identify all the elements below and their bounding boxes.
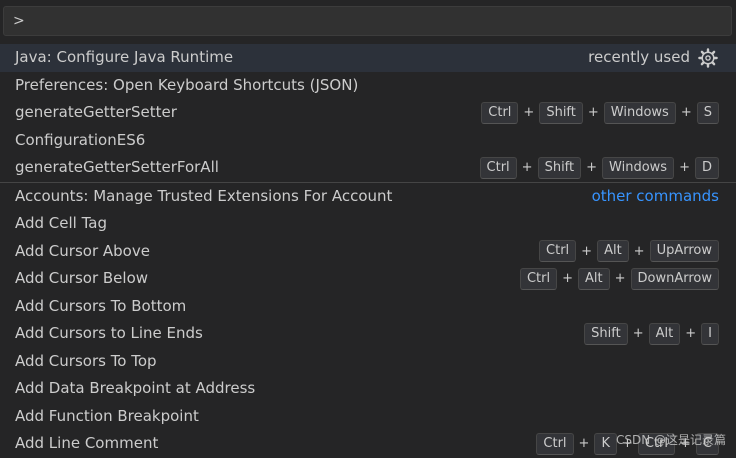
key-alt: Alt: [597, 240, 629, 263]
command-label: Add Cursor Below: [15, 269, 149, 287]
key-shift: Shift: [537, 156, 582, 179]
keybinding: Ctrl + Alt + DownArrow: [519, 265, 719, 293]
recently-used-hint: recently used: [588, 48, 690, 66]
command-item-generate-getter-setter[interactable]: generateGetterSetter Ctrl + Shift + Wind…: [0, 99, 736, 127]
key-s: S: [696, 101, 719, 124]
key-plus-icon: +: [587, 105, 599, 120]
key-plus-icon: +: [578, 436, 590, 451]
key-shift: Shift: [584, 322, 628, 345]
key-alt: Alt: [648, 322, 681, 345]
command-item-add-data-breakpoint[interactable]: Add Data Breakpoint at Address: [0, 375, 736, 403]
other-commands-hint: other commands: [591, 186, 719, 205]
key-ctrl: Ctrl: [536, 432, 574, 455]
command-item-add-cursors-to-bottom[interactable]: Add Cursors To Bottom: [0, 293, 736, 321]
command-label: Accounts: Manage Trusted Extensions For …: [15, 186, 393, 205]
command-label: Add Cursor Above: [15, 241, 150, 260]
key-plus-icon: +: [586, 160, 598, 175]
command-label: Add Cursors To Bottom: [15, 296, 187, 315]
command-item-add-function-breakpoint[interactable]: Add Function Breakpoint: [0, 403, 736, 431]
key-plus-icon: +: [523, 105, 535, 120]
key-plus-icon: +: [614, 271, 626, 286]
key-windows: Windows: [602, 156, 675, 179]
command-item-configure-java-runtime[interactable]: Java: Configure Java Runtime recently us…: [0, 44, 736, 72]
command-label: Preferences: Open Keyboard Shortcuts (JS…: [15, 75, 359, 94]
command-label: Add Function Breakpoint: [15, 406, 199, 425]
command-meta: recently used: [588, 44, 719, 72]
keybinding: Ctrl + Shift + Windows + S: [481, 99, 719, 127]
keybinding: Ctrl + Alt + UpArrow: [539, 238, 719, 266]
command-meta: other commands: [592, 183, 719, 211]
key-uparrow: UpArrow: [649, 240, 719, 263]
key-downarrow: DownArrow: [630, 267, 719, 290]
key-alt: Alt: [577, 267, 610, 290]
key-ctrl: Ctrl: [519, 267, 558, 290]
key-i: I: [701, 322, 719, 345]
command-input-container: [0, 0, 736, 44]
command-item-add-cursor-below[interactable]: Add Cursor Below Ctrl + Alt + DownArrow: [0, 265, 736, 293]
key-ctrl: Ctrl: [539, 240, 577, 263]
command-label: Add Line Comment: [15, 434, 159, 452]
command-label: generateGetterSetterForAll: [15, 158, 219, 176]
command-item-configuration-es6[interactable]: ConfigurationES6: [0, 127, 736, 155]
key-plus-icon: +: [521, 160, 533, 175]
key-plus-icon: +: [581, 243, 593, 259]
watermark: CSDN @这是记录篇: [615, 433, 726, 447]
command-item-add-cursors-to-top[interactable]: Add Cursors To Top: [0, 348, 736, 376]
key-plus-icon: +: [685, 326, 697, 341]
keybinding: Shift + Alt + I: [584, 320, 719, 348]
command-item-add-cursor-above[interactable]: Add Cursor Above Ctrl + Alt + UpArrow: [0, 238, 736, 266]
key-d: D: [694, 156, 719, 179]
key-plus-icon: +: [680, 105, 692, 120]
command-label: generateGetterSetter: [15, 103, 177, 121]
key-ctrl: Ctrl: [479, 156, 517, 179]
keybinding: Ctrl + Shift + Windows + D: [479, 154, 719, 182]
key-plus-icon: +: [632, 326, 644, 341]
key-plus-icon: +: [633, 243, 645, 259]
command-label: Add Cell Tag: [15, 214, 108, 232]
command-item-add-cursors-to-line-ends[interactable]: Add Cursors to Line Ends Shift + Alt + I: [0, 320, 736, 348]
key-k: K: [594, 432, 617, 455]
command-list: Java: Configure Java Runtime recently us…: [0, 44, 736, 458]
key-shift: Shift: [539, 101, 583, 124]
command-label: Java: Configure Java Runtime: [15, 48, 234, 66]
command-label: Add Cursors to Line Ends: [15, 324, 203, 342]
command-item-add-cell-tag[interactable]: Add Cell Tag: [0, 210, 736, 238]
command-palette-input[interactable]: [3, 6, 732, 36]
gear-icon[interactable]: [697, 47, 719, 69]
command-label: Add Data Breakpoint at Address: [15, 379, 256, 397]
command-label: ConfigurationES6: [15, 130, 146, 149]
command-label: Add Cursors To Top: [15, 351, 157, 370]
key-plus-icon: +: [679, 160, 690, 175]
command-item-generate-getter-setter-for-all[interactable]: generateGetterSetterForAll Ctrl + Shift …: [0, 154, 736, 182]
command-item-manage-trusted-extensions[interactable]: Accounts: Manage Trusted Extensions For …: [0, 181, 736, 211]
key-plus-icon: +: [562, 271, 573, 286]
key-ctrl: Ctrl: [481, 101, 519, 124]
command-item-open-keyboard-shortcuts-json[interactable]: Preferences: Open Keyboard Shortcuts (JS…: [0, 72, 736, 100]
key-windows: Windows: [603, 101, 676, 124]
